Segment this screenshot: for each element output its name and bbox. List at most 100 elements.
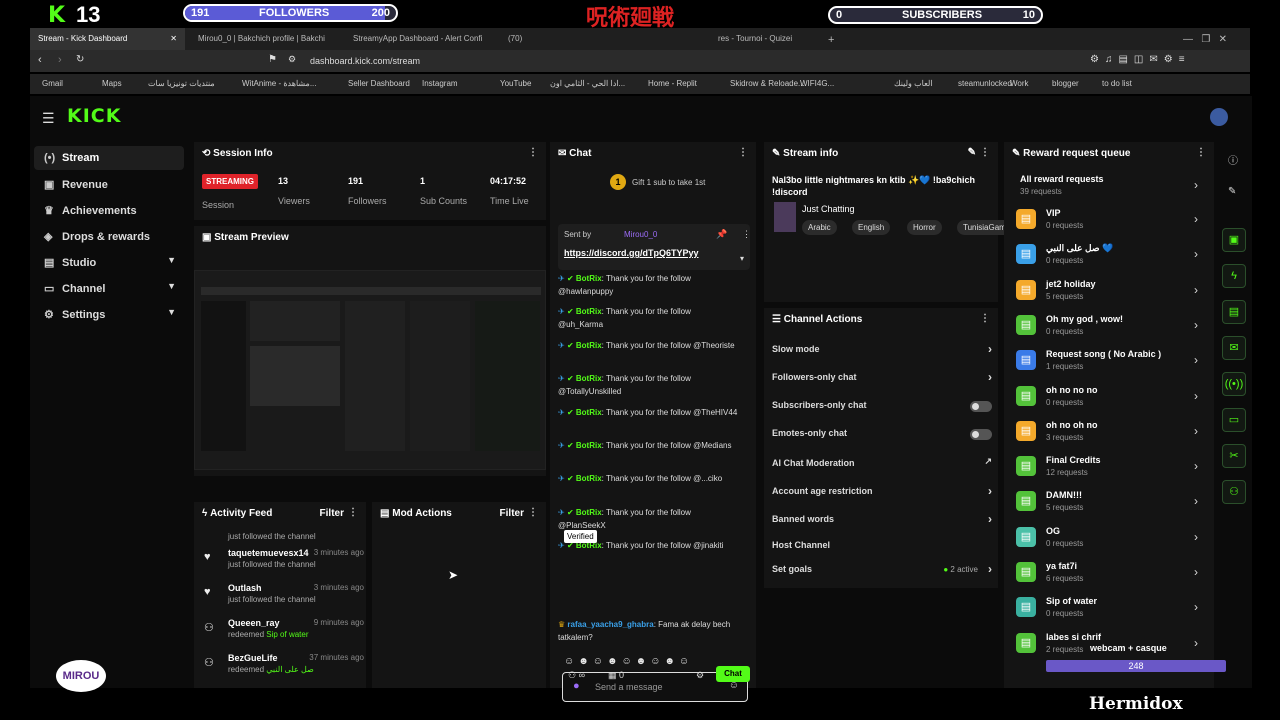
sidebar-item-drops[interactable]: ◈ Drops & rewards (34, 224, 184, 248)
chevron-down-icon[interactable]: ▾ (740, 254, 744, 263)
mic-icon[interactable]: ● (573, 680, 580, 692)
bookmark-item[interactable]: منتديات تونيزيا سات (148, 79, 215, 88)
sidebar-item-stream[interactable]: (•) Stream (34, 146, 184, 170)
rail-broadcast-icon[interactable]: ((•)) (1222, 372, 1246, 396)
tag-chip[interactable]: English (852, 220, 891, 235)
chat-user[interactable]: BotRix (576, 274, 602, 283)
tab-tournoi[interactable]: res - Tournoi - Quizei (710, 28, 830, 50)
pinned-user[interactable]: Mirou0_0 (624, 230, 657, 239)
rail-wrench-icon[interactable]: ✂ (1222, 444, 1246, 468)
channel-action-item[interactable]: AI Chat Moderation ↗ (772, 456, 992, 474)
activity-user[interactable]: Queeen_ray (228, 618, 280, 628)
info-icon[interactable]: ⓘ (1228, 152, 1238, 167)
more-icon[interactable]: ⋮ (528, 147, 538, 158)
reward-item[interactable]: ▤ oh no oh no 3 requests › (1012, 416, 1202, 448)
toggle-switch[interactable] (970, 401, 992, 412)
filter-button[interactable]: Filter (320, 508, 344, 519)
pin-icon[interactable]: 📌 (716, 229, 727, 240)
bookmark-item[interactable]: Maps (102, 79, 122, 88)
sidebar-item-revenue[interactable]: ▣ Revenue (34, 172, 184, 196)
rail-share-icon[interactable]: ⚇ (1222, 480, 1246, 504)
rail-screen-icon[interactable]: ▭ (1222, 408, 1246, 432)
reward-item[interactable]: ▤ Sip of water 0 requests › (1012, 592, 1202, 624)
rail-widget-1-icon[interactable]: ▣ (1222, 228, 1246, 252)
tab-stream[interactable]: Stream - Kick Dashboard ✕ (30, 28, 185, 50)
sidebar-item-settings[interactable]: ⚙ Settings ▼ (34, 302, 184, 326)
extensions-icon[interactable]: ⚙♫▤◫✉⚙≡ (1090, 54, 1191, 65)
users-icon[interactable]: ⚇ ∞ (568, 670, 585, 680)
rail-doc-icon[interactable]: ▤ (1222, 300, 1246, 324)
bookmark-icon[interactable]: ⚑ (268, 54, 277, 65)
reward-item[interactable]: ▤ Final Credits 12 requests › (1012, 451, 1202, 483)
bookmark-item[interactable]: to do list (1102, 79, 1132, 88)
activity-user[interactable]: taquetemuevesx14 (228, 548, 309, 558)
bookmark-item[interactable]: Skidrow & Reloade... (730, 79, 805, 88)
user-avatar[interactable] (1210, 108, 1228, 126)
category-name[interactable]: Just Chatting (802, 204, 855, 214)
activity-user[interactable]: BezGueLife (228, 653, 278, 663)
reward-item[interactable]: ▤ OG 0 requests › (1012, 522, 1202, 554)
more-icon[interactable]: ⋮ (528, 507, 538, 518)
new-tab-button[interactable]: + (820, 28, 840, 50)
bookmark-item[interactable]: steamunlocked (958, 79, 1012, 88)
reward-item[interactable]: ▤ Request song ( No Arabic ) 1 requests › (1012, 345, 1202, 377)
chat-settings-icon[interactable]: ⚙ (696, 670, 704, 681)
window-controls[interactable]: — ❐ ✕ (1175, 28, 1245, 50)
reward-item[interactable]: ▤ ya fat7i 6 requests › (1012, 557, 1202, 589)
stream-preview-video[interactable] (194, 270, 546, 470)
tag-chip[interactable]: Horror (907, 220, 942, 235)
chat-user[interactable]: BotRix (576, 441, 602, 450)
bookmark-item[interactable]: ادا الحي - الثامي اون... (550, 79, 625, 88)
bookmark-item[interactable]: Instagram (422, 79, 458, 88)
more-icon[interactable]: ⋮ (980, 147, 990, 158)
more-icon[interactable]: ⋮ (980, 313, 990, 324)
channel-action-item[interactable]: Banned words › (772, 512, 992, 530)
filter-button[interactable]: Filter (500, 508, 524, 519)
reward-item[interactable]: ▤ صل على النبي 💙 0 requests › (1012, 239, 1202, 271)
tab-profile[interactable]: Mirou0_0 | Bakchich profile | Bakchi (190, 28, 340, 50)
reward-item[interactable]: ▤ DAMN!!! 5 requests › (1012, 486, 1202, 518)
tab-streamy[interactable]: StreamyApp Dashboard - Alert Confi (345, 28, 495, 50)
bookmark-item[interactable]: العاب ولينك (894, 79, 933, 88)
bookmark-item[interactable]: Work (1010, 79, 1029, 88)
forward-icon[interactable]: › (58, 54, 62, 66)
chat-user[interactable]: BotRix (576, 474, 602, 483)
kick-logo[interactable]: KICK (67, 105, 121, 127)
reload-icon[interactable]: ↻ (76, 54, 84, 65)
channel-action-item[interactable]: Followers-only chat › (772, 370, 992, 388)
channel-action-item[interactable]: Subscribers-only chat (772, 400, 992, 416)
reward-item[interactable]: ▤ jet2 holiday 5 requests › (1012, 275, 1202, 307)
chat-user[interactable]: BotRix (576, 408, 602, 417)
toggle-switch[interactable] (970, 429, 992, 440)
rail-chat-icon[interactable]: ✉ (1222, 336, 1246, 360)
tab-youtube[interactable]: (70) (500, 28, 580, 50)
url-field[interactable]: dashboard.kick.com/stream (310, 56, 420, 66)
pencil-icon[interactable]: ✎ (1228, 186, 1236, 197)
chat-user[interactable]: BotRix (576, 341, 602, 350)
sidebar-item-studio[interactable]: ▤ Studio ▼ (34, 250, 184, 274)
bookmark-item[interactable]: Home - Replit (648, 79, 697, 88)
bookmark-item[interactable]: Gmail (42, 79, 63, 88)
points-icon[interactable]: ▦ 0 (608, 670, 648, 681)
channel-action-item[interactable]: Slow mode › (772, 342, 992, 360)
pinned-link[interactable]: https://discord.gg/dTpQ6TYPyy (564, 248, 699, 258)
sidebar-item-channel[interactable]: ▭ Channel ▼ (34, 276, 184, 300)
gift-sub-text[interactable]: Gift 1 sub to take 1st (632, 178, 705, 187)
channel-action-item[interactable]: Account age restriction › (772, 484, 992, 502)
bookmark-item[interactable]: Seller Dashboard (348, 79, 410, 88)
chat-user[interactable]: BotRix (576, 307, 602, 316)
more-icon[interactable]: ⋮ (738, 147, 748, 158)
menu-icon[interactable]: ☰ (42, 110, 55, 127)
activity-user[interactable]: Outlash (228, 583, 262, 593)
chat-user[interactable]: BotRix (576, 374, 602, 383)
site-info-icon[interactable]: ⚙ (288, 54, 296, 65)
bookmark-item[interactable]: WIFI4G... (800, 79, 834, 88)
bookmark-item[interactable]: YouTube (500, 79, 531, 88)
back-icon[interactable]: ‹ (38, 54, 42, 66)
reward-item[interactable]: ▤ oh no no no 0 requests › (1012, 381, 1202, 413)
more-icon[interactable]: ⋮ (742, 229, 751, 240)
reward-item[interactable]: ▤ Oh my god , wow! 0 requests › (1012, 310, 1202, 342)
all-reward-requests[interactable]: All reward requests 39 requests › (1012, 170, 1202, 202)
chat-send-button[interactable]: Chat (716, 666, 750, 682)
more-icon[interactable]: ⋮ (1196, 147, 1206, 158)
